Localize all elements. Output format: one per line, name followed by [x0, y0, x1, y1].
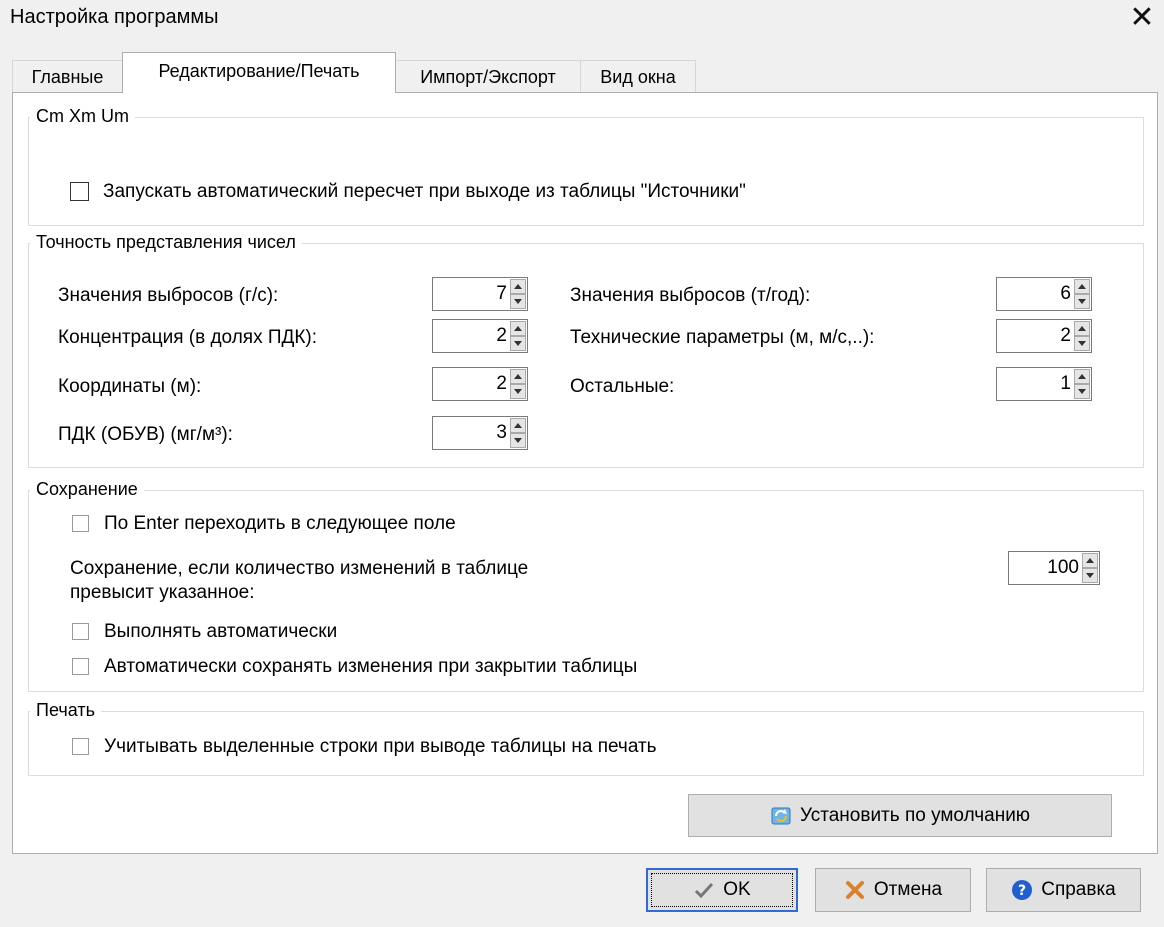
pdk-label: ПДК (ОБУВ) (мг/м³): [58, 424, 233, 445]
selected-rows-label: Учитывать выделенные строки при выводе т… [104, 736, 657, 757]
pdk-spinner[interactable]: 3 [432, 416, 528, 450]
cancel-label: Отмена [873, 879, 943, 900]
svg-text:?: ? [1018, 883, 1026, 899]
spin-up-icon[interactable] [1074, 321, 1090, 336]
refresh-defaults-icon [770, 805, 792, 827]
threshold-spinner[interactable]: 100 [1008, 551, 1100, 585]
group-print-legend: Печать [30, 700, 101, 721]
threshold-value: 100 [1047, 557, 1079, 578]
window-title: Настройка программы [10, 6, 219, 28]
pdk-value: 3 [496, 422, 507, 443]
emissions-ty-spinner[interactable]: 6 [996, 277, 1092, 311]
auto-recalc-label: Запускать автоматический пересчет при вы… [103, 181, 746, 202]
coords-label: Координаты (м): [58, 376, 202, 397]
auto-exec-checkbox[interactable] [72, 623, 89, 640]
emissions-gs-label: Значения выбросов (г/с): [58, 285, 279, 306]
tech-params-label: Технические параметры (м, м/с,..): [570, 327, 875, 348]
tech-params-value: 2 [1060, 325, 1071, 346]
checkmark-icon [693, 879, 715, 901]
concentration-spinner[interactable]: 2 [432, 319, 528, 353]
ok-button[interactable]: OK [646, 868, 798, 912]
tab-edit-print[interactable]: Редактирование/Печать [122, 52, 396, 93]
spin-down-icon[interactable] [1074, 336, 1090, 351]
set-defaults-button[interactable]: Установить по умолчанию [688, 794, 1112, 837]
threshold-label-line1: Сохранение, если количество изменений в … [70, 558, 529, 579]
emissions-ty-value: 6 [1060, 283, 1071, 304]
cancel-button[interactable]: Отмена [815, 868, 971, 912]
selected-rows-checkbox[interactable] [72, 738, 89, 755]
spin-down-icon[interactable] [510, 384, 526, 399]
emissions-gs-value: 7 [496, 283, 507, 304]
other-label: Остальные: [570, 376, 675, 397]
close-icon[interactable]: ✕ [1124, 0, 1160, 36]
spin-down-icon[interactable] [510, 336, 526, 351]
tab-window-view[interactable]: Вид окна [580, 60, 696, 92]
spin-down-icon[interactable] [510, 433, 526, 448]
threshold-label-line2: превысит указанное: [70, 582, 255, 603]
spin-up-icon[interactable] [510, 321, 526, 336]
spin-up-icon[interactable] [510, 279, 526, 294]
concentration-value: 2 [496, 325, 507, 346]
ok-label: OK [723, 879, 751, 900]
group-save-legend: Сохранение [30, 479, 144, 500]
spin-up-icon[interactable] [1082, 553, 1098, 568]
cancel-x-icon [844, 879, 866, 901]
other-value: 1 [1060, 373, 1071, 394]
auto-save-close-label: Автоматически сохранять изменения при за… [104, 656, 638, 677]
spin-down-icon[interactable] [510, 294, 526, 309]
auto-save-close-checkbox[interactable] [72, 658, 89, 675]
concentration-label: Концентрация (в долях ПДК): [58, 327, 318, 348]
enter-next-checkbox[interactable] [72, 515, 89, 532]
tab-import-export[interactable]: Импорт/Экспорт [395, 60, 581, 92]
coords-spinner[interactable]: 2 [432, 367, 528, 401]
tab-main[interactable]: Главные [12, 60, 123, 92]
group-cm-xm-um [28, 117, 1144, 226]
spin-down-icon[interactable] [1082, 568, 1098, 583]
other-spinner[interactable]: 1 [996, 367, 1092, 401]
emissions-gs-spinner[interactable]: 7 [432, 277, 528, 311]
set-defaults-label: Установить по умолчанию [799, 804, 1031, 826]
spin-up-icon[interactable] [1074, 369, 1090, 384]
group-cm-legend: Cm Xm Um [30, 106, 135, 127]
spin-up-icon[interactable] [510, 369, 526, 384]
help-question-icon: ? [1011, 879, 1033, 901]
spin-up-icon[interactable] [510, 418, 526, 433]
spin-down-icon[interactable] [1074, 384, 1090, 399]
auto-exec-label: Выполнять автоматически [104, 621, 338, 642]
coords-value: 2 [496, 373, 507, 394]
help-button[interactable]: ? Справка [986, 868, 1141, 912]
tech-params-spinner[interactable]: 2 [996, 319, 1092, 353]
help-label: Справка [1041, 879, 1116, 900]
emissions-ty-label: Значения выбросов (т/год): [570, 285, 811, 306]
group-precision-legend: Точность представления чисел [30, 232, 302, 253]
spin-up-icon[interactable] [1074, 279, 1090, 294]
spin-down-icon[interactable] [1074, 294, 1090, 309]
enter-next-label: По Enter переходить в следующее поле [104, 513, 456, 534]
auto-recalc-checkbox[interactable] [70, 182, 89, 201]
